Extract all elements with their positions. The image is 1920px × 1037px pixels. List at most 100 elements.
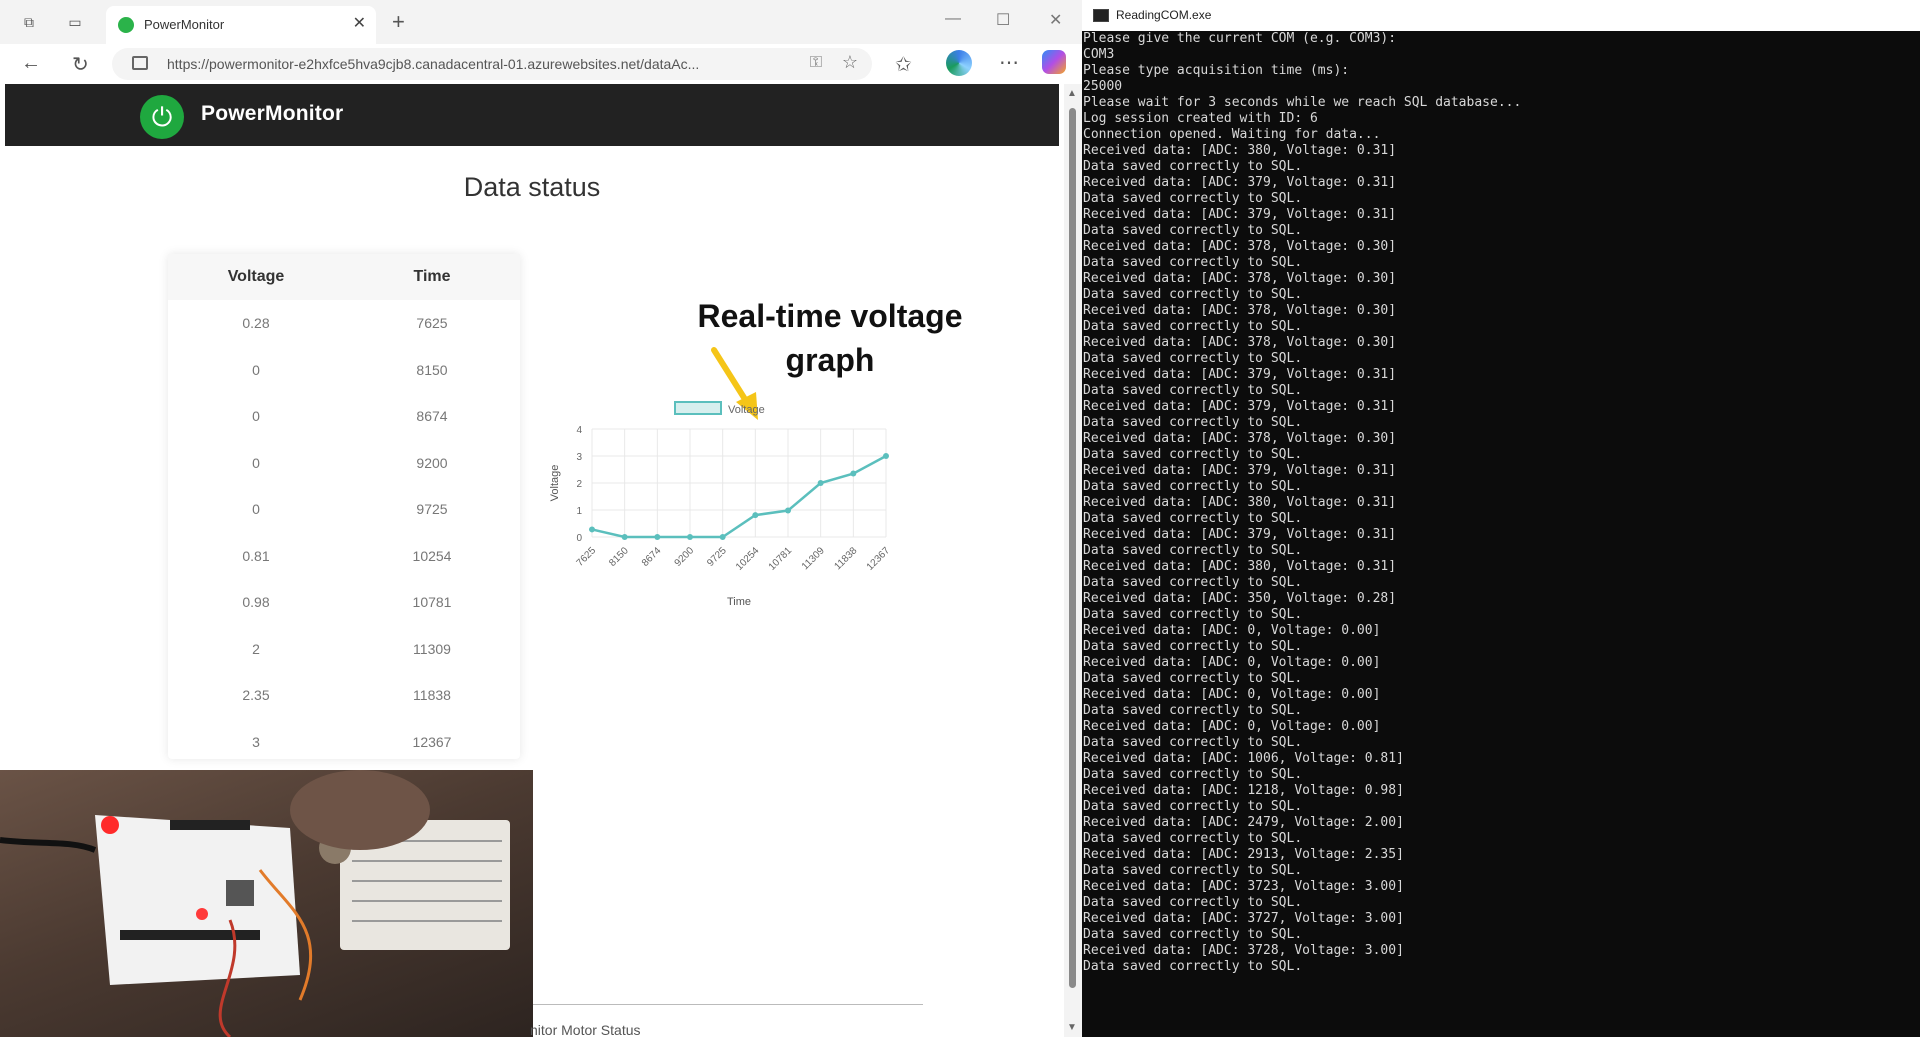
x-tick-label: 7625: [575, 545, 599, 569]
cell-time: 9725: [416, 501, 448, 517]
table-row: 2.35 11838: [168, 672, 520, 719]
tab-actions-icon[interactable]: ▭: [66, 13, 84, 31]
copilot-icon[interactable]: [1042, 50, 1066, 74]
console-line: Received data: [ADC: 380, Voltage: 0.31]: [1083, 143, 1397, 158]
y-tick-label: 2: [576, 479, 582, 490]
console-line: Received data: [ADC: 3727, Voltage: 3.00…: [1083, 911, 1404, 926]
favorite-star-icon[interactable]: ☆: [842, 52, 858, 73]
cell-voltage: 2: [252, 640, 260, 657]
console-line: Data saved correctly to SQL.: [1083, 383, 1303, 398]
profile-avatar[interactable]: [946, 50, 972, 76]
console-line: Received data: [ADC: 1006, Voltage: 0.81…: [1083, 751, 1404, 766]
cell-time: 12367: [412, 733, 452, 750]
minimize-icon[interactable]: —: [945, 10, 961, 28]
console-line: Received data: [ADC: 378, Voltage: 0.30]: [1083, 303, 1397, 318]
data-table: Voltage Time 0.28 7625 0 8150 0 8674 0 9200 0 972…: [168, 254, 520, 759]
x-tick-label: 10254: [734, 545, 762, 573]
url-text[interactable]: https://powermonitor-e2hxfce5hva9cjb8.ca…: [167, 56, 817, 72]
cell-time: 11309: [413, 640, 451, 657]
close-window-icon[interactable]: ✕: [1049, 10, 1062, 30]
console-line: Data saved correctly to SQL.: [1083, 479, 1303, 494]
cell-voltage: 0: [252, 454, 260, 471]
console-line: Data saved correctly to SQL.: [1083, 607, 1303, 622]
cell-time: 10781: [412, 594, 452, 610]
console-line: Log session created with ID: 6: [1083, 111, 1318, 126]
voltage-chart: Voltage 0 1 2 3 4 7625 8150 8674 9200 9725 10254 107…: [549, 401, 892, 608]
address-bar[interactable]: https://powermonitor-e2hxfce5hva9cjb8.ca…: [112, 48, 872, 80]
scroll-down-icon[interactable]: ▼: [1067, 1022, 1077, 1033]
console-line: COM3: [1083, 47, 1115, 62]
legend-label: Voltage: [728, 404, 765, 416]
tab-title: PowerMonitor: [144, 17, 225, 32]
favorites-icon[interactable]: ✩: [895, 52, 912, 77]
voltage-data-point: [719, 534, 726, 540]
lock-icon[interactable]: [132, 56, 148, 70]
key-icon[interactable]: ⚿: [810, 54, 822, 72]
console-line: Received data: [ADC: 3728, Voltage: 3.00…: [1083, 943, 1404, 958]
voltage-data-point: [752, 512, 759, 519]
workspaces-icon[interactable]: ⧉: [20, 13, 38, 31]
voltage-data-point: [621, 534, 628, 540]
cell-time: 7625: [416, 315, 448, 331]
x-tick-label: 8150: [607, 545, 631, 569]
y-tick-label: 3: [576, 452, 582, 463]
console-line: Received data: [ADC: 379, Voltage: 0.31]: [1083, 175, 1397, 190]
y-tick-label: 1: [576, 506, 582, 517]
page-scrollbar[interactable]: ▲ ▼: [1064, 84, 1082, 1037]
more-menu-icon[interactable]: ⋯: [999, 50, 1019, 75]
console-line: Data saved correctly to SQL.: [1083, 959, 1303, 974]
tab-powermonitor[interactable]: PowerMonitor ✕: [106, 6, 376, 44]
console-line: Data saved correctly to SQL.: [1083, 927, 1303, 942]
console-line: Data saved correctly to SQL.: [1083, 159, 1303, 174]
console-line: Received data: [ADC: 378, Voltage: 0.30]: [1083, 239, 1397, 254]
new-tab-icon[interactable]: +: [392, 9, 405, 35]
y-tick-label: 0: [576, 533, 582, 544]
cell-voltage: 0.98: [242, 594, 270, 610]
close-tab-icon[interactable]: ✕: [353, 13, 366, 33]
cell-time: 8674: [416, 408, 448, 424]
console-line: Data saved correctly to SQL.: [1083, 415, 1303, 430]
console-line: Data saved correctly to SQL.: [1083, 703, 1303, 718]
browser-window: ⧉ ▭ PowerMonitor ✕ + — ☐ ✕ ← ↻ https://p…: [0, 0, 1082, 1037]
console-title: ReadingCOM.exe: [1116, 8, 1212, 22]
cell-voltage: 0: [252, 361, 260, 378]
scroll-up-icon[interactable]: ▲: [1067, 88, 1077, 99]
app-header: ⏻ PowerMonitor: [5, 84, 1059, 146]
x-tick-label: 9200: [673, 545, 697, 569]
cell-voltage: 0.81: [242, 547, 270, 564]
cell-time: 8150: [416, 361, 448, 378]
power-icon[interactable]: ⏻: [140, 95, 184, 139]
back-icon[interactable]: ←: [21, 52, 41, 75]
cell-time: 9200: [416, 454, 448, 471]
console-line: Data saved correctly to SQL.: [1083, 287, 1303, 302]
cell-voltage: 0.28: [242, 315, 270, 331]
console-line: Received data: [ADC: 379, Voltage: 0.31]: [1083, 527, 1397, 542]
column-header-time: Time: [413, 268, 451, 285]
console-line: Data saved correctly to SQL.: [1083, 671, 1303, 686]
table-body: 0.28 7625 0 8150 0 8674 0 9200 0 9725 0.81 10254 0.9…: [168, 300, 520, 765]
console-window: ReadingCOM.exe Please give the current C…: [1082, 0, 1920, 1037]
x-tick-label: 11309: [800, 545, 827, 572]
powermonitor-favicon-icon: [118, 17, 134, 33]
console-line: Data saved correctly to SQL.: [1083, 319, 1303, 334]
console-line: Received data: [ADC: 379, Voltage: 0.31]: [1083, 463, 1397, 478]
table-row: 0 8150: [168, 347, 520, 394]
refresh-icon[interactable]: ↻: [72, 52, 89, 77]
scroll-thumb[interactable]: [1069, 108, 1076, 988]
x-tick-label: 9725: [705, 545, 729, 569]
column-header-voltage: Voltage: [227, 268, 285, 285]
console-line: Data saved correctly to SQL.: [1083, 575, 1303, 590]
maximize-icon[interactable]: ☐: [996, 10, 1010, 30]
console-line: Data saved correctly to SQL.: [1083, 223, 1303, 238]
legend-swatch: [674, 401, 722, 415]
voltage-series-line: [591, 454, 887, 539]
console-line: Received data: [ADC: 2479, Voltage: 2.00…: [1083, 815, 1404, 830]
app-brand[interactable]: PowerMonitor: [201, 102, 343, 126]
x-tick-label: 11838: [833, 545, 860, 572]
cell-voltage: 3: [252, 733, 260, 750]
console-line: Received data: [ADC: 0, Voltage: 0.00]: [1083, 655, 1381, 670]
voltage-data-point: [654, 534, 661, 540]
voltage-data-point: [589, 526, 595, 533]
cell-voltage: 0: [252, 408, 260, 424]
x-axis-title: Time: [727, 596, 751, 608]
